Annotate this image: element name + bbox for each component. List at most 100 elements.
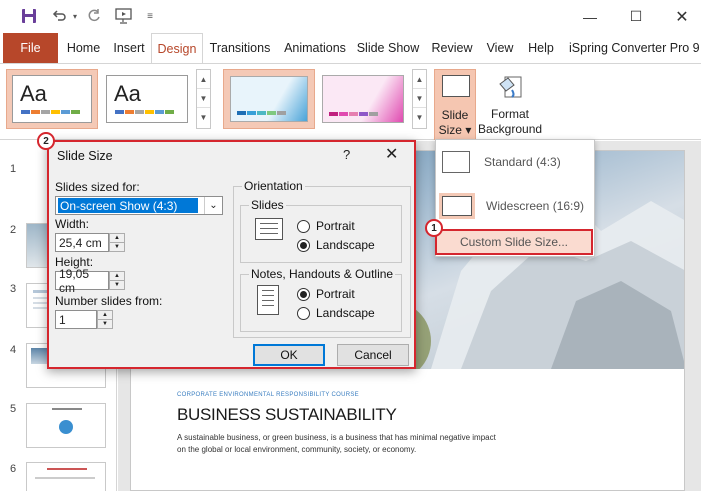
notes-portrait-label: Portrait [316, 287, 355, 301]
gallery-more-icon[interactable]: ▼ [197, 108, 210, 127]
tab-insert[interactable]: Insert [108, 33, 150, 63]
width-label: Width: [55, 217, 90, 231]
callout-badge-1: 1 [425, 219, 443, 237]
tab-design[interactable]: Design [151, 33, 203, 64]
format-background-label-2: Background [478, 122, 543, 136]
minimize-icon[interactable]: — [567, 0, 613, 33]
menu-standard[interactable]: Standard (4:3) [442, 145, 561, 179]
slide-size-icon [442, 75, 470, 97]
thumb-number: 1 [10, 163, 17, 175]
sized-for-label: Slides sized for: [55, 180, 140, 194]
maximize-icon[interactable]: ☐ [613, 0, 659, 33]
landscape-page-icon [255, 218, 283, 240]
save-icon[interactable] [18, 6, 40, 26]
callout-badge-2: 2 [37, 132, 55, 150]
theme-office-selected[interactable]: Aa [6, 69, 98, 129]
slides-orientation-group: Slides Portrait Landscape [240, 198, 402, 263]
ribbon: Aa Aa ▲ ▼ ▼ ▲ ▼ ▼ Slide Size ▾ Format Ba… [0, 63, 701, 140]
thumb-number: 2 [10, 224, 17, 236]
notes-landscape-label: Landscape [316, 306, 375, 320]
number-from-label: Number slides from: [55, 294, 163, 308]
tab-slide-show[interactable]: Slide Show [355, 33, 421, 63]
standard-icon [442, 151, 470, 173]
tab-help[interactable]: Help [522, 33, 560, 63]
scroll-up-icon[interactable]: ▲ [197, 70, 210, 89]
thumb-slide-6[interactable] [26, 462, 106, 491]
theme-swatches-2 [115, 110, 174, 114]
portrait-label: Portrait [316, 219, 355, 233]
theme-office-2[interactable]: Aa [106, 75, 188, 123]
format-background-icon [497, 74, 523, 100]
tab-home[interactable]: Home [61, 33, 106, 63]
notes-portrait-radio[interactable] [297, 288, 310, 301]
scroll-down-icon[interactable]: ▼ [197, 89, 210, 108]
variant-scroll-down-icon[interactable]: ▼ [413, 89, 426, 108]
variant-selected[interactable] [223, 69, 315, 129]
theme-aa-text: Aa [20, 81, 47, 106]
notes-orientation-group: Notes, Handouts & Outline Portrait Lands… [240, 267, 402, 332]
widescreen-icon [442, 196, 472, 216]
close-icon[interactable]: ✕ [659, 0, 701, 33]
dialog-help-button[interactable]: ? [343, 147, 350, 162]
chevron-down-icon[interactable]: ⌄ [204, 197, 222, 214]
tab-animations[interactable]: Animations [278, 33, 352, 63]
notes-landscape-radio[interactable] [297, 307, 310, 320]
themes-scroll[interactable]: ▲ ▼ ▼ [196, 69, 211, 129]
slides-group-title: Slides [249, 198, 286, 212]
format-background-button[interactable]: Format Background [478, 69, 542, 140]
orientation-title: Orientation [242, 179, 305, 193]
variant-blue[interactable] [230, 76, 308, 122]
thumb-slide-5[interactable] [26, 403, 106, 448]
slide-size-label-1: Slide [441, 108, 469, 122]
portrait-page-icon [257, 285, 279, 315]
tab-view[interactable]: View [481, 33, 519, 63]
variants-scroll[interactable]: ▲ ▼ ▼ [412, 69, 427, 129]
menu-widescreen[interactable]: Widescreen (16:9) [442, 189, 584, 223]
undo-icon[interactable] [48, 6, 70, 26]
title-bar: ▾ ≡ — ☐ ✕ [0, 0, 701, 33]
portrait-radio[interactable] [297, 220, 310, 233]
dialog-title: Slide Size [57, 149, 113, 163]
height-field[interactable]: 19,05 cm [55, 267, 109, 295]
sized-for-value: On-screen Show (4:3) [58, 198, 198, 213]
slide-size-dialog: Slide Size ? ✕ Slides sized for: On-scre… [47, 140, 416, 369]
customize-toolbar-icon[interactable]: ≡ [144, 6, 156, 26]
slide-size-label-2: Size ▾ [438, 123, 472, 137]
ok-button[interactable]: OK [253, 344, 325, 366]
slide-kicker: CORPORATE ENVIRONMENTAL RESPONSIBILITY C… [177, 392, 359, 398]
number-from-stepper[interactable]: ▲ ▼ [97, 310, 113, 329]
thumb-number: 5 [10, 403, 17, 415]
menu-custom-slide-size[interactable]: Custom Slide Size... [435, 229, 593, 255]
theme-swatches [21, 110, 80, 114]
variant-scroll-up-icon[interactable]: ▲ [413, 70, 426, 89]
cancel-button[interactable]: Cancel [337, 344, 409, 366]
height-stepper[interactable]: ▲ ▼ [109, 271, 125, 290]
tab-file[interactable]: File [3, 33, 58, 63]
tab-review[interactable]: Review [426, 33, 478, 63]
width-stepper[interactable]: ▲ ▼ [109, 233, 125, 252]
undo-dropdown-icon[interactable]: ▾ [70, 6, 80, 26]
landscape-radio[interactable] [297, 239, 310, 252]
slide-size-button[interactable]: Slide Size ▾ [434, 69, 476, 140]
sized-for-select[interactable]: On-screen Show (4:3) ⌄ [55, 196, 223, 215]
thumb-number: 4 [10, 344, 17, 356]
orientation-group: Orientation Slides Portrait Landscape No… [233, 179, 411, 338]
variant-pink[interactable] [322, 75, 404, 123]
thumb-number: 6 [10, 463, 17, 475]
tab-ispring[interactable]: iSpring Converter Pro 9 [564, 33, 701, 63]
number-from-field[interactable]: 1 [55, 310, 97, 329]
slide-title: BUSINESS SUSTAINABILITY [177, 405, 397, 424]
theme-aa-text-2: Aa [114, 81, 141, 106]
thumb-number: 3 [10, 283, 17, 295]
dialog-close-icon[interactable]: ✕ [385, 144, 398, 164]
start-slideshow-icon[interactable] [112, 6, 136, 26]
width-field[interactable]: 25,4 cm [55, 233, 109, 252]
format-background-label-1: Format [490, 107, 529, 121]
slide-body: A sustainable business, or green busines… [177, 433, 496, 454]
variant-more-icon[interactable]: ▼ [413, 108, 426, 127]
ribbon-tabs: File Home Insert Design Transitions Anim… [0, 33, 701, 64]
theme-office[interactable]: Aa [12, 75, 92, 123]
tab-transitions[interactable]: Transitions [206, 33, 274, 63]
redo-icon[interactable] [84, 6, 104, 26]
landscape-label: Landscape [316, 238, 375, 252]
